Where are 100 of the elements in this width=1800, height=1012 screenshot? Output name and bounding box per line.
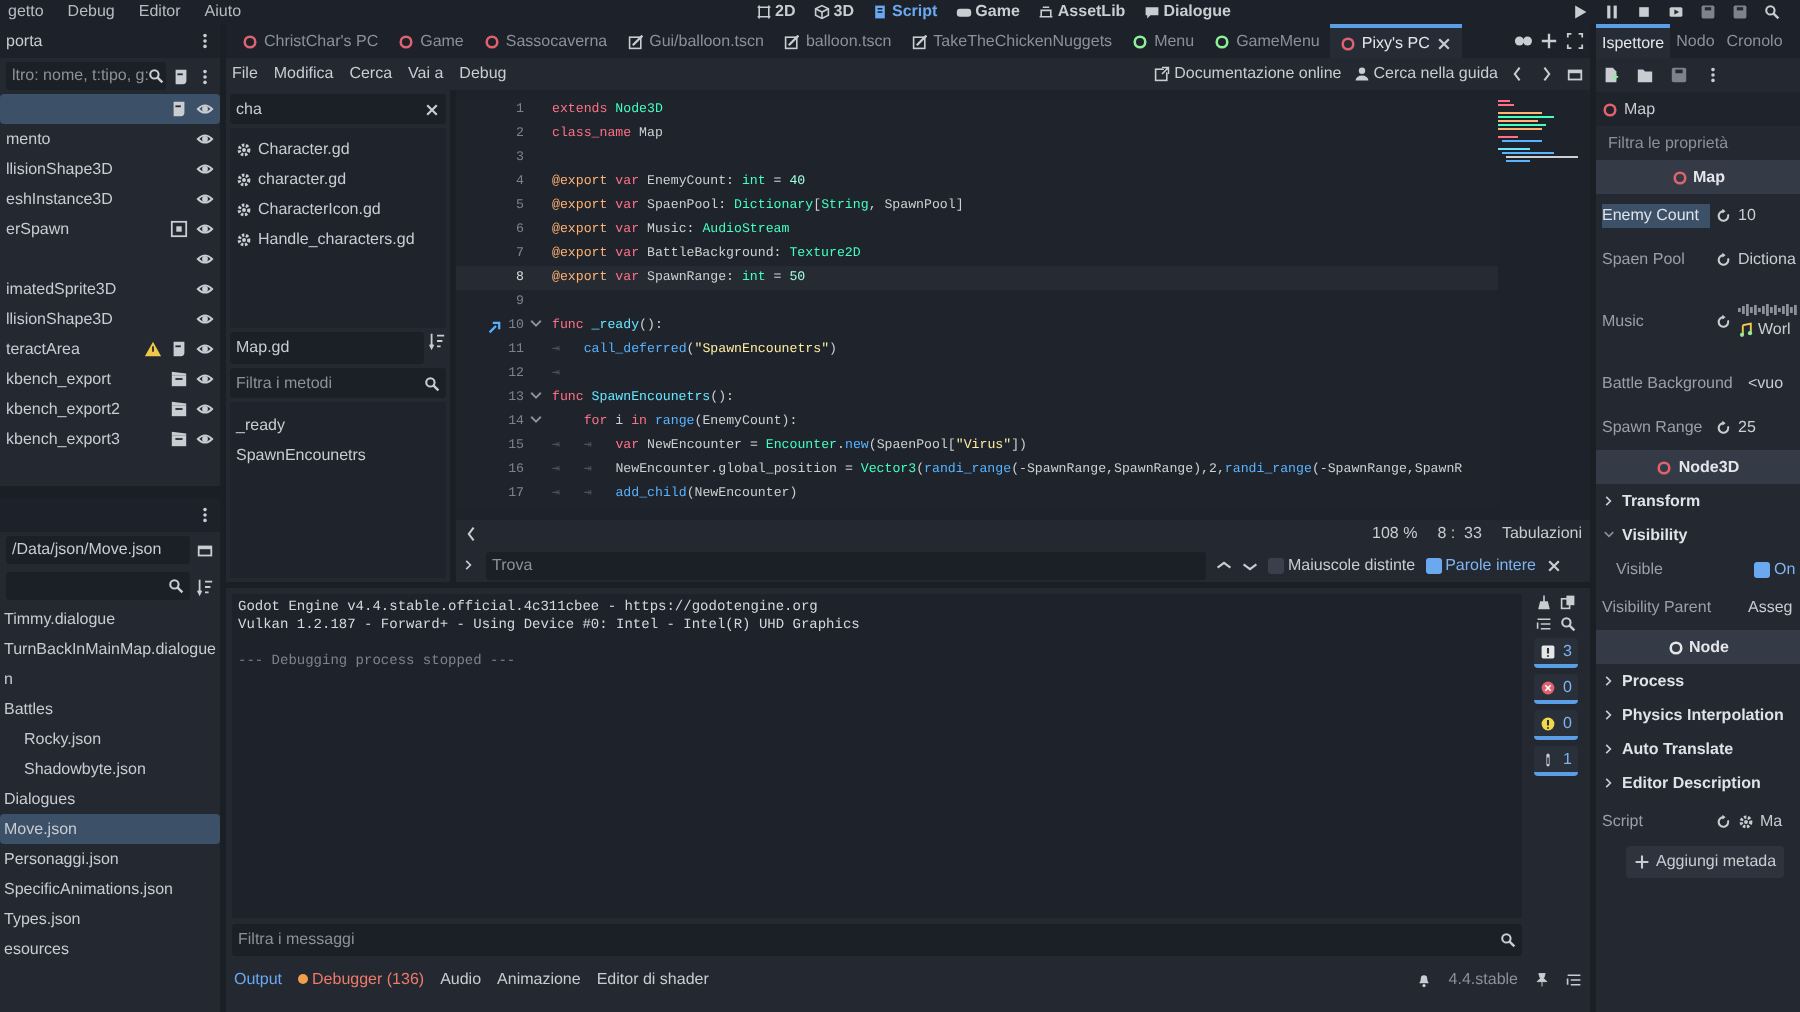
- panel-icon[interactable]: [196, 541, 214, 559]
- checkbox[interactable]: On: [1754, 557, 1796, 581]
- property-value[interactable]: Worl: [1758, 318, 1791, 342]
- tree-row[interactable]: eshInstance3D: [0, 184, 220, 214]
- new-file-icon[interactable]: [1602, 66, 1620, 84]
- file-row[interactable]: Rocky.json: [0, 724, 220, 754]
- minimap-drawing[interactable]: [1498, 98, 1578, 166]
- file-row[interactable]: n: [0, 664, 220, 694]
- chevron-icon[interactable]: [1602, 776, 1616, 790]
- dock-tab[interactable]: Ispettore: [1596, 24, 1671, 58]
- property-value[interactable]: 25: [1738, 416, 1756, 440]
- property-value[interactable]: Asseg: [1748, 596, 1793, 620]
- bell-icon[interactable]: [1416, 971, 1433, 987]
- filter-field[interactable]: ltro: nome, t:tipo, g:: [6, 62, 166, 90]
- eye-icon[interactable]: [196, 160, 214, 178]
- document-tab[interactable]: Menu: [1122, 24, 1205, 58]
- eye-icon[interactable]: [196, 340, 214, 358]
- eye-icon[interactable]: [196, 130, 214, 148]
- document-tab[interactable]: Game: [388, 24, 474, 58]
- file-row[interactable]: Move.json: [0, 814, 220, 844]
- forward-icon[interactable]: [1538, 66, 1554, 82]
- signal-icon[interactable]: [488, 317, 505, 334]
- sort-icon[interactable]: [428, 332, 446, 350]
- tree-row[interactable]: erSpawn: [0, 214, 220, 244]
- document-tab[interactable]: GameMenu: [1204, 24, 1330, 58]
- checkbox[interactable]: Maiuscole distinte: [1268, 553, 1416, 577]
- main-screen-tab[interactable]: 2D: [755, 4, 796, 20]
- dropdown-title[interactable]: Cerca: [349, 62, 393, 86]
- close-icon[interactable]: [1435, 35, 1452, 51]
- back-icon[interactable]: [1510, 66, 1526, 82]
- tree-row[interactable]: kbench_export: [0, 364, 220, 394]
- property-value[interactable]: <vuo: [1748, 372, 1784, 396]
- indent-mode[interactable]: Tabulazioni: [1501, 522, 1582, 546]
- revert-icon[interactable]: [1716, 314, 1732, 330]
- file-row[interactable]: Dialogues: [0, 784, 220, 814]
- tree-row[interactable]: llisionShape3D: [0, 154, 220, 184]
- eye-icon[interactable]: [196, 370, 214, 388]
- eye-icon[interactable]: [196, 250, 214, 268]
- tree-row[interactable]: llisionShape3D: [0, 304, 220, 334]
- document-tab[interactable]: Gui/balloon.tscn: [617, 24, 774, 58]
- document-tab[interactable]: ChristChar's PC: [232, 24, 389, 58]
- gear-icon[interactable]: [1738, 814, 1754, 830]
- filter-field[interactable]: [6, 572, 190, 600]
- toolbar-button[interactable]: Documentazione online: [1154, 62, 1342, 86]
- clapperboard-icon[interactable]: [170, 400, 188, 418]
- file-row[interactable]: Timmy.dialogue: [0, 604, 220, 634]
- file-row[interactable]: Shadowbyte.json: [0, 754, 220, 784]
- tree-row[interactable]: kbench_export2: [0, 394, 220, 424]
- document-tab[interactable]: Pixy's PC: [1329, 24, 1462, 58]
- script-icon[interactable]: [170, 100, 188, 118]
- method-item[interactable]: _ready: [230, 410, 446, 440]
- main-screen-tab[interactable]: Game: [955, 4, 1020, 20]
- plus-icon[interactable]: [1540, 32, 1558, 50]
- path-field[interactable]: /Data/json/Move.json: [6, 536, 190, 564]
- main-screen-tab[interactable]: 3D: [813, 4, 854, 20]
- script-list-item[interactable]: CharacterIcon.gd: [230, 194, 446, 224]
- tree-row[interactable]: imatedSprite3D: [0, 274, 220, 304]
- filter-field[interactable]: Filtra le proprietà: [1602, 129, 1794, 157]
- list-icon[interactable]: [1536, 616, 1552, 632]
- property-value[interactable]: Ma: [1760, 810, 1783, 834]
- filter-field[interactable]: Filtra i messaggi: [232, 924, 1522, 956]
- eye-icon[interactable]: [196, 280, 214, 298]
- dropdown-title[interactable]: Editor: [138, 4, 181, 20]
- chevron-icon[interactable]: [1602, 674, 1616, 688]
- movie-icon[interactable]: [1668, 4, 1684, 20]
- pin-icon[interactable]: [1534, 971, 1550, 987]
- script-icon[interactable]: [170, 340, 188, 358]
- tree-row[interactable]: kbench_export3: [0, 424, 220, 454]
- method-item[interactable]: SpawnEncounetrs: [230, 440, 446, 470]
- panel-icon[interactable]: [1566, 65, 1584, 83]
- chevron-icon[interactable]: [1602, 494, 1616, 508]
- dropdown-title[interactable]: Debug: [67, 4, 115, 20]
- script-list-item[interactable]: character.gd: [230, 164, 446, 194]
- property-value[interactable]: Dictiona: [1738, 248, 1796, 272]
- expand-panel-icon[interactable]: [1566, 971, 1582, 987]
- filter-field[interactable]: Filtra i metodi: [230, 368, 446, 398]
- revert-icon[interactable]: [1716, 252, 1732, 268]
- panel-tab[interactable]: Output: [234, 967, 283, 991]
- instance-icon[interactable]: [170, 220, 188, 238]
- stop-icon[interactable]: [1636, 4, 1652, 20]
- eye-icon[interactable]: [196, 400, 214, 418]
- filter-toggle[interactable]: 0: [1534, 710, 1578, 740]
- dropdown-title[interactable]: getto: [8, 4, 44, 20]
- tree-row[interactable]: mento: [0, 124, 220, 154]
- chevron-icon[interactable]: [1602, 742, 1616, 756]
- group-title[interactable]: Editor Description: [1622, 771, 1761, 795]
- document-tab[interactable]: balloon.tscn: [773, 24, 902, 58]
- history-icon[interactable]: [1514, 32, 1532, 50]
- eye-icon[interactable]: [196, 190, 214, 208]
- close-icon[interactable]: [1545, 557, 1562, 573]
- script-icon[interactable]: [172, 67, 190, 85]
- tree-row[interactable]: teractArea: [0, 334, 220, 364]
- search-icon[interactable]: [1560, 616, 1576, 632]
- dropdown-title[interactable]: Modifica: [273, 62, 334, 86]
- pause-icon[interactable]: [1604, 4, 1620, 20]
- script-list-item[interactable]: Character.gd: [230, 134, 446, 164]
- property-value[interactable]: 10: [1738, 204, 1756, 228]
- sort-icon[interactable]: [196, 577, 214, 595]
- fullscreen-icon[interactable]: [1566, 32, 1584, 50]
- tree-row[interactable]: [0, 94, 220, 124]
